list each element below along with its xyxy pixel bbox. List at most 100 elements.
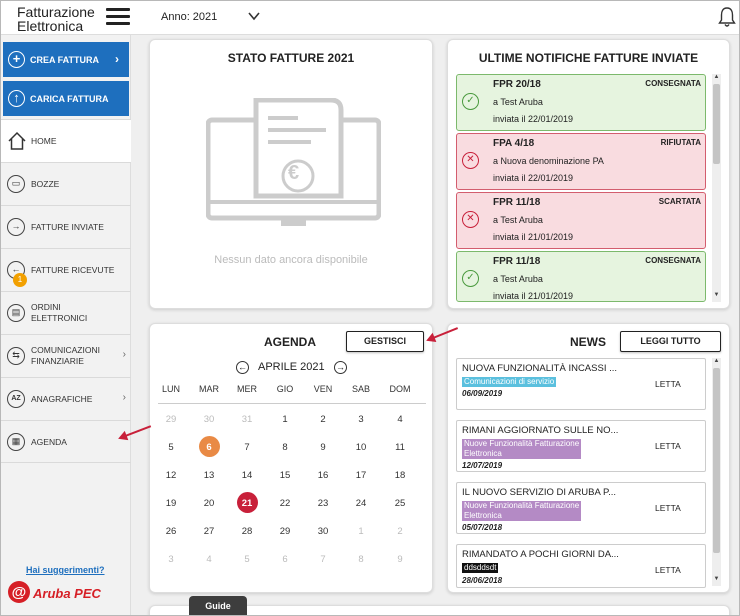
drafts-icon: ▭ bbox=[7, 175, 25, 193]
calendar-day-selected[interactable]: 21 bbox=[228, 492, 266, 513]
calendar-day[interactable]: 30 bbox=[304, 526, 342, 537]
calendar-day[interactable]: 9 bbox=[381, 554, 419, 565]
create-invoice-label: CREA FATTURA bbox=[30, 55, 99, 65]
scroll-down-icon[interactable]: ▼ bbox=[712, 576, 721, 586]
sidebar-item-financial-communications[interactable]: ⇆ COMUNICAZIONI FINANZIARIE › bbox=[1, 334, 131, 377]
calendar-day[interactable]: 25 bbox=[381, 498, 419, 509]
sidebar-item-received-invoices[interactable]: ← 1 FATTURE RICEVUTE bbox=[1, 248, 131, 291]
chevron-down-icon[interactable] bbox=[247, 9, 261, 23]
calendar-day[interactable]: 8 bbox=[266, 442, 304, 453]
upload-invoice-button[interactable]: ↑ CARICA FATTURA bbox=[3, 81, 129, 116]
calendar-day[interactable]: 27 bbox=[190, 526, 228, 537]
calendar-day[interactable]: 26 bbox=[152, 526, 190, 537]
guide-tab[interactable]: Guide bbox=[189, 596, 247, 615]
sidebar-item-sent-invoices[interactable]: → FATTURE INVIATE bbox=[1, 205, 131, 248]
calendar-day-number: 3 bbox=[358, 414, 364, 425]
calendar-day[interactable]: 16 bbox=[304, 470, 342, 481]
calendar-day[interactable]: 31 bbox=[228, 414, 266, 425]
calendar-day[interactable]: 4 bbox=[190, 554, 228, 565]
calendar-day[interactable]: 7 bbox=[304, 554, 342, 565]
calendar-day[interactable]: 9 bbox=[304, 442, 342, 453]
calendar-day[interactable]: 3 bbox=[152, 554, 190, 565]
calendar-day[interactable]: 2 bbox=[304, 414, 342, 425]
error-circle-icon: ✕ bbox=[462, 211, 479, 228]
calendar-day[interactable]: 15 bbox=[266, 470, 304, 481]
sidebar-item-label: AGENDA bbox=[31, 437, 67, 447]
calendar-day[interactable]: 2 bbox=[381, 526, 419, 537]
calendar-day-number: 31 bbox=[241, 414, 253, 425]
scrollbar-thumb[interactable] bbox=[713, 368, 720, 553]
notification-item[interactable]: ✕ FPR 11/18 SCARTATA a Test Aruba inviat… bbox=[456, 192, 706, 249]
calendar-day[interactable]: 5 bbox=[228, 554, 266, 565]
calendar-day[interactable]: 13 bbox=[190, 470, 228, 481]
bell-icon[interactable] bbox=[717, 6, 737, 28]
notification-item[interactable]: ✕ FPA 4/18 RIFIUTATA a Nuova denominazio… bbox=[456, 133, 706, 190]
calendar-day[interactable]: 14 bbox=[228, 470, 266, 481]
calendar-day[interactable]: 20 bbox=[190, 498, 228, 509]
upload-icon: ↑ bbox=[8, 90, 25, 107]
news-item[interactable]: RIMANDATO A POCHI GIORNI DA... ddsddsdt … bbox=[456, 544, 706, 588]
notifications-scrollbar[interactable]: ▲ ▼ bbox=[712, 74, 721, 302]
notification-status: CONSEGNATA bbox=[645, 79, 701, 88]
calendar-day[interactable]: 1 bbox=[266, 414, 304, 425]
weekday-label: VEN bbox=[313, 384, 333, 394]
calendar-day[interactable]: 23 bbox=[304, 498, 342, 509]
create-invoice-button[interactable]: + CREA FATTURA › bbox=[3, 42, 129, 77]
calendar-day[interactable]: 30 bbox=[190, 414, 228, 425]
calendar-day[interactable]: 3 bbox=[342, 414, 380, 425]
calendar-day[interactable]: 4 bbox=[381, 414, 419, 425]
calendar-day[interactable]: 8 bbox=[342, 554, 380, 565]
news-item[interactable]: NUOVA FUNZIONALITÀ INCASSI ... Comunicaz… bbox=[456, 358, 706, 410]
calendar-day[interactable]: 29 bbox=[266, 526, 304, 537]
scroll-down-icon[interactable]: ▼ bbox=[712, 292, 721, 302]
calendar-day[interactable]: 11 bbox=[381, 442, 419, 453]
suggestions-link[interactable]: Hai suggerimenti? bbox=[26, 565, 105, 575]
news-scrollbar[interactable]: ▲ ▼ bbox=[712, 358, 721, 586]
euro-symbol: € bbox=[288, 162, 300, 184]
calendar-day-number: 11 bbox=[395, 442, 405, 453]
calendar-day[interactable]: 29 bbox=[152, 414, 190, 425]
calendar-day[interactable]: 1 bbox=[342, 526, 380, 537]
news-category-tag: Comunicazioni di servizio bbox=[462, 377, 557, 387]
scrollbar-thumb[interactable] bbox=[713, 84, 720, 164]
calendar-day[interactable]: 18 bbox=[381, 470, 419, 481]
calendar-day[interactable]: 7 bbox=[228, 442, 266, 453]
sidebar-item-agenda[interactable]: ▦ AGENDA bbox=[1, 420, 131, 463]
manage-agenda-button[interactable]: GESTISCI bbox=[346, 331, 424, 352]
calendar-day[interactable]: 24 bbox=[342, 498, 380, 509]
sidebar-item-electronic-orders[interactable]: ▤ ORDINI ELETTRONICI bbox=[1, 291, 131, 334]
calendar-day[interactable]: 17 bbox=[342, 470, 380, 481]
calendar-day[interactable]: 28 bbox=[228, 526, 266, 537]
calendar-day-today[interactable]: 6 bbox=[190, 436, 228, 457]
calendar-day[interactable]: 19 bbox=[152, 498, 190, 509]
notification-item[interactable]: ✓ FPR 11/18 CONSEGNATA a Test Aruba invi… bbox=[456, 251, 706, 302]
calendar-day[interactable]: 6 bbox=[266, 554, 304, 565]
news-title: NEWS bbox=[570, 335, 606, 349]
calendar-day-number: 29 bbox=[165, 414, 177, 425]
home-icon bbox=[8, 131, 26, 150]
news-category-tag: ddsddsdt bbox=[462, 563, 499, 573]
read-all-button[interactable]: LEGGI TUTTO bbox=[620, 331, 721, 352]
year-selector[interactable]: Anno: 2021 bbox=[161, 11, 217, 23]
calendar-day[interactable]: 12 bbox=[152, 470, 190, 481]
calendar-day-number: 18 bbox=[394, 470, 406, 481]
news-item[interactable]: IL NUOVO SERVIZIO DI ARUBA P... Nuove Fu… bbox=[456, 482, 706, 534]
news-category-tag: Nuove Funzionalità Fatturazione Elettroni… bbox=[462, 439, 582, 459]
calendar-day-number: 6 bbox=[206, 442, 212, 453]
sidebar-item-drafts[interactable]: ▭ BOZZE bbox=[1, 162, 131, 205]
sidebar-item-home[interactable]: HOME bbox=[1, 119, 131, 162]
next-month-icon[interactable]: → bbox=[334, 361, 347, 374]
calendar-day[interactable]: 10 bbox=[342, 442, 380, 453]
brand-title[interactable]: Fatturazione Elettronica bbox=[17, 5, 95, 33]
news-item[interactable]: RIMANI AGGIORNATO SULLE NO... Nuove Funz… bbox=[456, 420, 706, 472]
calendar-day-number: 1 bbox=[358, 526, 364, 537]
calendar-day[interactable]: 5 bbox=[152, 442, 190, 453]
scroll-up-icon[interactable]: ▲ bbox=[712, 74, 721, 84]
calendar-day[interactable]: 22 bbox=[266, 498, 304, 509]
sidebar-item-registry[interactable]: AZ ANAGRAFICHE › bbox=[1, 377, 131, 420]
notification-date: inviata il 21/01/2019 bbox=[493, 232, 574, 242]
hamburger-menu-icon[interactable] bbox=[106, 8, 130, 26]
scroll-up-icon[interactable]: ▲ bbox=[712, 358, 721, 368]
notification-item[interactable]: ✓ FPR 20/18 CONSEGNATA a Test Aruba invi… bbox=[456, 74, 706, 131]
previous-month-icon[interactable]: ← bbox=[236, 361, 249, 374]
